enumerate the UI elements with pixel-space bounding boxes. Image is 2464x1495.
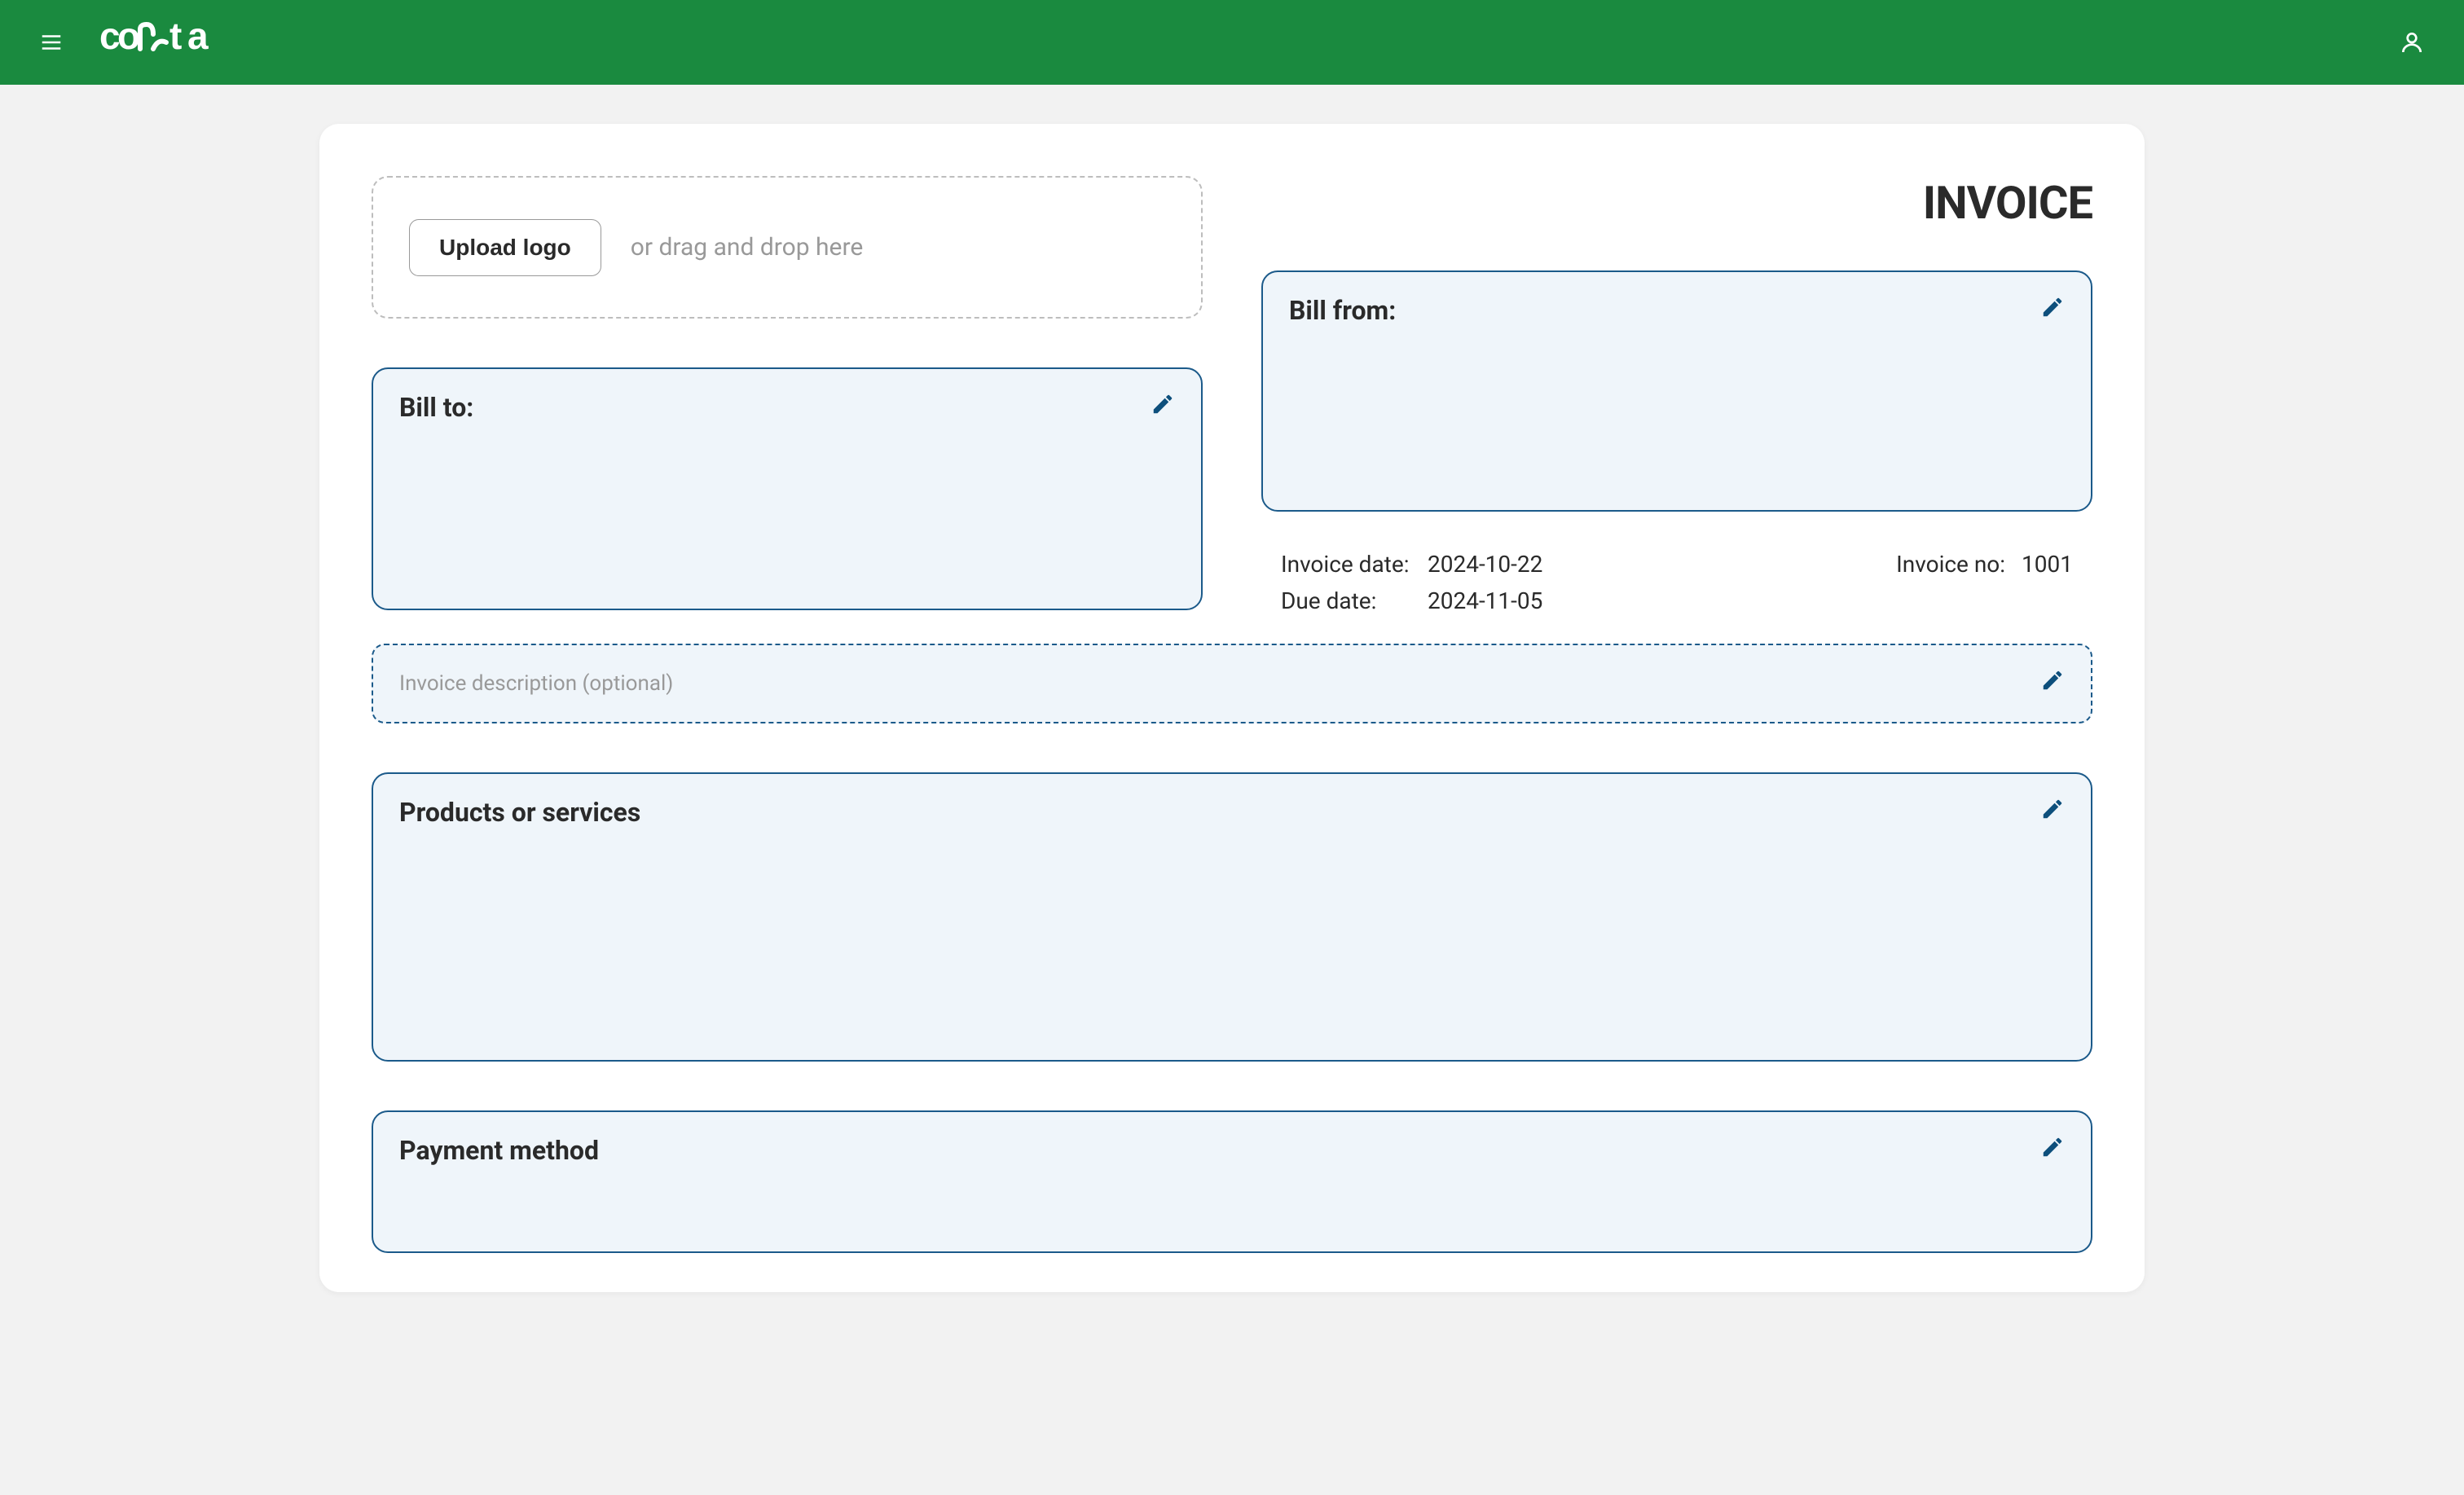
pencil-icon[interactable] bbox=[2040, 668, 2065, 693]
svg-text:a: a bbox=[187, 15, 209, 57]
description-placeholder: Invoice description (optional) bbox=[399, 671, 673, 696]
payment-label: Payment method bbox=[399, 1135, 2065, 1166]
menu-icon[interactable] bbox=[39, 30, 64, 55]
invoice-date-label: Invoice date: bbox=[1281, 551, 1411, 578]
invoice-meta: Invoice date: 2024-10-22 Due date: 2024-… bbox=[1261, 551, 2092, 614]
due-date-label: Due date: bbox=[1281, 587, 1411, 614]
products-card[interactable]: Products or services bbox=[372, 772, 2092, 1062]
products-label: Products or services bbox=[399, 797, 2065, 828]
due-date-value: 2024-11-05 bbox=[1428, 587, 1542, 614]
invoice-description-box[interactable]: Invoice description (optional) bbox=[372, 644, 2092, 723]
invoice-no-row: Invoice no: 1001 bbox=[1896, 551, 2073, 614]
bill-from-label: Bill from: bbox=[1289, 295, 2065, 326]
invoice-no-value: 1001 bbox=[2022, 551, 2073, 614]
pencil-icon[interactable] bbox=[2040, 797, 2065, 821]
app-header: c o t a bbox=[0, 0, 2464, 85]
user-icon[interactable] bbox=[2399, 29, 2425, 55]
bill-to-label: Bill to: bbox=[399, 392, 1175, 423]
svg-text:o: o bbox=[117, 15, 139, 57]
invoice-title: INVOICE bbox=[1261, 176, 2092, 230]
invoice-no-label: Invoice no: bbox=[1896, 551, 2005, 614]
bill-to-card[interactable]: Bill to: bbox=[372, 367, 1203, 610]
invoice-date-row: Invoice date: 2024-10-22 bbox=[1281, 551, 1542, 578]
payment-method-card[interactable]: Payment method bbox=[372, 1110, 2092, 1253]
top-row: Upload logo or drag and drop here Bill t… bbox=[372, 176, 2092, 614]
app-logo[interactable]: c o t a bbox=[99, 15, 246, 70]
pencil-icon[interactable] bbox=[2040, 1135, 2065, 1159]
due-date-row: Due date: 2024-11-05 bbox=[1281, 587, 1542, 614]
pencil-icon[interactable] bbox=[1151, 392, 1175, 416]
header-left: c o t a bbox=[39, 15, 246, 70]
bill-from-card[interactable]: Bill from: bbox=[1261, 270, 2092, 512]
upload-logo-button[interactable]: Upload logo bbox=[409, 219, 601, 276]
invoice-date-value: 2024-10-22 bbox=[1428, 551, 1542, 578]
svg-text:t: t bbox=[169, 15, 182, 57]
drag-drop-text: or drag and drop here bbox=[631, 233, 863, 262]
pencil-icon[interactable] bbox=[2040, 295, 2065, 319]
meta-dates: Invoice date: 2024-10-22 Due date: 2024-… bbox=[1281, 551, 1542, 614]
logo-upload-box[interactable]: Upload logo or drag and drop here bbox=[372, 176, 1203, 319]
left-column: Upload logo or drag and drop here Bill t… bbox=[372, 176, 1203, 614]
right-column: INVOICE Bill from: Invoice date: 2024-10… bbox=[1261, 176, 2092, 614]
invoice-editor: Upload logo or drag and drop here Bill t… bbox=[319, 124, 2145, 1292]
